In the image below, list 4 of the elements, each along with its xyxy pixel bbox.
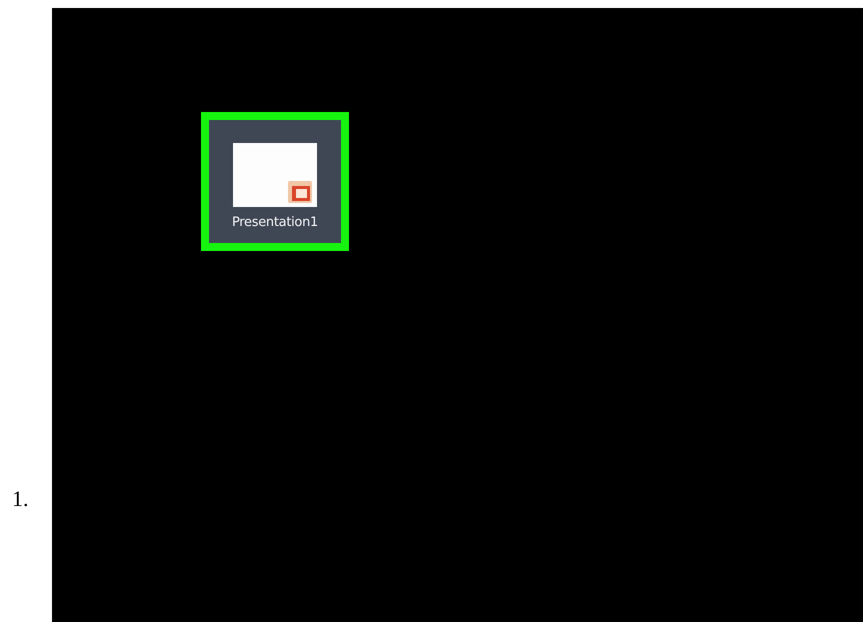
- presentation-file-icon: [233, 143, 317, 207]
- icon-label: Presentation1: [232, 215, 318, 230]
- step-number: 1.: [12, 488, 30, 510]
- desktop-icon[interactable]: Presentation1: [209, 120, 341, 243]
